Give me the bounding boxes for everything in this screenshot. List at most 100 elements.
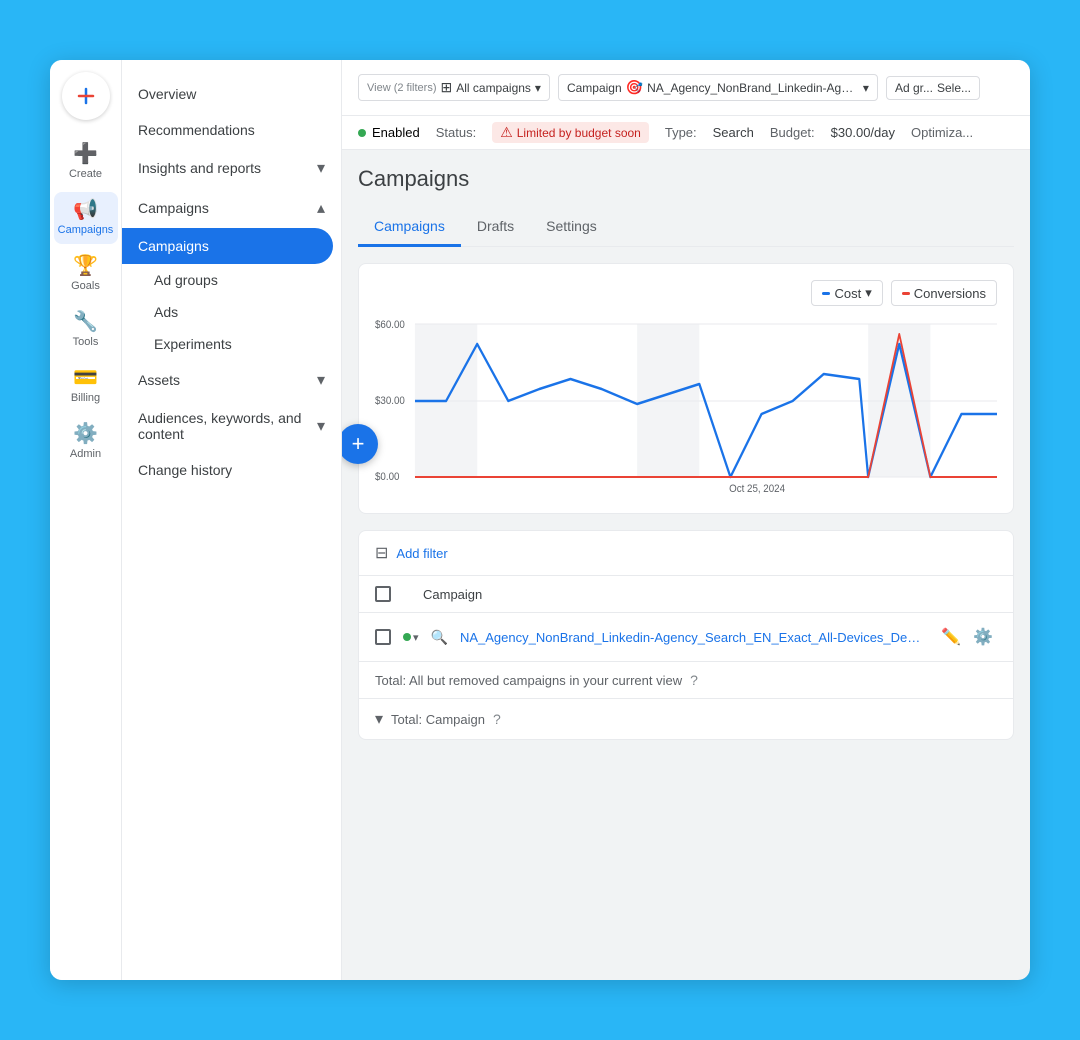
sidebar-item-tools[interactable]: 🔧 Tools	[54, 304, 118, 356]
status-label: Status:	[436, 125, 476, 140]
add-filter-label: Add filter	[396, 546, 447, 561]
audiences-chevron-icon: ▾	[317, 416, 325, 436]
header-checkbox[interactable]	[375, 586, 391, 602]
nav-insights-header[interactable]: Insights and reports ▾	[122, 148, 341, 188]
svg-text:$0.00: $0.00	[375, 472, 400, 484]
campaigns-table: ⊟ Add filter Campaign ▾ 🔍	[358, 530, 1014, 740]
nav-change-history-label: Change history	[138, 462, 232, 478]
tab-campaigns[interactable]: Campaigns	[358, 208, 461, 247]
campaign-name-link[interactable]: NA_Agency_NonBrand_Linkedin-Agency_Searc…	[460, 630, 925, 645]
create-button[interactable]	[62, 72, 110, 120]
page-title: Campaigns	[358, 166, 1014, 192]
campaign-filter-value: NA_Agency_NonBrand_Linkedin-Agency_Searc…	[647, 81, 859, 95]
total-all-label: Total: All but removed campaigns in your…	[375, 673, 682, 688]
total-campaign-help-icon[interactable]: ?	[493, 711, 501, 727]
row-status-dot	[403, 633, 411, 641]
view-label: View (2 filters)	[367, 82, 436, 94]
conversions-button[interactable]: Conversions	[891, 280, 997, 306]
campaigns-chevron-icon: ▴	[317, 198, 325, 218]
budget-label: Budget:	[770, 125, 815, 140]
budget-status-badge: ⚠ Limited by budget soon	[492, 122, 649, 143]
row-checkbox[interactable]	[375, 629, 391, 645]
nav-campaigns[interactable]: Campaigns	[122, 228, 333, 264]
nav-sidebar: Overview Recommendations Insights and re…	[122, 60, 342, 980]
campaigns-icon: 📢	[73, 200, 98, 220]
expand-icon[interactable]: ▾	[375, 709, 383, 729]
enabled-dot	[358, 129, 366, 137]
campaign-filter-chip[interactable]: Campaign 🎯 NA_Agency_NonBrand_Linkedin-A…	[558, 74, 878, 101]
view-filter-chip[interactable]: View (2 filters) ⊞ All campaigns ▾	[358, 74, 550, 101]
cost-chevron-icon: ▾	[865, 285, 872, 301]
billing-icon: 💳	[73, 368, 98, 388]
add-filter-row[interactable]: ⊟ Add filter	[359, 531, 1013, 576]
campaign-chevron-icon: ▾	[863, 81, 869, 95]
admin-label: Admin	[70, 448, 101, 460]
goals-label: Goals	[71, 280, 100, 292]
nav-insights-label: Insights and reports	[138, 160, 261, 176]
sidebar-item-goals[interactable]: 🏆 Goals	[54, 248, 118, 300]
filter-icon: ⊟	[375, 543, 388, 563]
cost-line-indicator	[822, 292, 830, 295]
nav-ads[interactable]: Ads	[122, 296, 341, 328]
goals-icon: 🏆	[73, 256, 98, 276]
campaign-filter-label: Campaign	[567, 81, 622, 95]
table-row: ▾ 🔍 NA_Agency_NonBrand_Linkedin-Agency_S…	[359, 613, 1013, 662]
tab-settings[interactable]: Settings	[530, 208, 613, 247]
ad-group-value: Sele...	[937, 81, 971, 95]
nav-recommendations[interactable]: Recommendations	[122, 112, 341, 148]
admin-icon: ⚙️	[73, 424, 98, 444]
insights-chevron-icon: ▾	[317, 158, 325, 178]
settings-icon[interactable]: ⚙️	[969, 623, 997, 651]
warning-icon: ⚠	[500, 124, 513, 141]
total-all-help-icon[interactable]: ?	[690, 672, 698, 688]
sidebar-item-campaigns[interactable]: 📢 Campaigns	[54, 192, 118, 244]
create-icon: ➕	[73, 144, 98, 164]
row-status-indicator[interactable]: ▾	[403, 631, 419, 644]
nav-overview[interactable]: Overview	[122, 76, 341, 112]
campaigns-label: Campaigns	[58, 224, 114, 236]
nav-audiences-label: Audiences, keywords, and content	[138, 410, 317, 442]
sidebar-item-admin[interactable]: ⚙️ Admin	[54, 416, 118, 468]
enabled-status: Enabled	[358, 125, 420, 140]
campaign-icon: 🎯	[626, 79, 643, 96]
sidebar-item-create[interactable]: ➕ Create	[54, 136, 118, 188]
enabled-label: Enabled	[372, 125, 420, 140]
assets-chevron-icon: ▾	[317, 370, 325, 390]
nav-ad-groups-label: Ad groups	[154, 272, 218, 288]
view-chevron-icon: ▾	[535, 81, 541, 95]
tools-label: Tools	[73, 336, 99, 348]
campaign-column-header: Campaign	[423, 587, 482, 602]
nav-campaigns-section-label: Campaigns	[138, 200, 209, 216]
ad-group-filter-chip[interactable]: Ad gr... Sele...	[886, 76, 980, 100]
top-bar: View (2 filters) ⊞ All campaigns ▾ Campa…	[342, 60, 1030, 116]
ad-group-label: Ad gr...	[895, 81, 933, 95]
main-content: View (2 filters) ⊞ All campaigns ▾ Campa…	[342, 60, 1030, 980]
chart-svg: $60.00 $30.00 $0.00	[375, 314, 997, 494]
cost-button[interactable]: Cost ▾	[811, 280, 882, 306]
budget-value: $30.00/day	[831, 125, 895, 140]
nav-change-history[interactable]: Change history	[122, 452, 341, 488]
sidebar-item-billing[interactable]: 💳 Billing	[54, 360, 118, 412]
content-area: Campaigns Campaigns Drafts Settings	[342, 150, 1030, 980]
nav-assets-header[interactable]: Assets ▾	[122, 360, 341, 400]
tabs: Campaigns Drafts Settings	[358, 208, 1014, 247]
total-all-row: Total: All but removed campaigns in your…	[359, 662, 1013, 698]
edit-icon[interactable]: ✏️	[937, 623, 965, 651]
chart-wrapper: Cost ▾ Conversions $60.00 $30.00 $0.	[358, 263, 1014, 514]
create-label: Create	[69, 168, 102, 180]
nav-ad-groups[interactable]: Ad groups	[122, 264, 341, 296]
app-window: ➕ Create 📢 Campaigns 🏆 Goals 🔧 Tools 💳 B…	[50, 60, 1030, 980]
campaign-type-icon: 🔍	[431, 629, 448, 646]
nav-campaigns-header[interactable]: Campaigns ▴	[122, 188, 341, 228]
status-bar: Enabled Status: ⚠ Limited by budget soon…	[342, 116, 1030, 150]
row-actions: ✏️ ⚙️	[937, 623, 997, 651]
total-campaign-label: Total: Campaign	[391, 712, 485, 727]
nav-experiments[interactable]: Experiments	[122, 328, 341, 360]
nav-audiences-header[interactable]: Audiences, keywords, and content ▾	[122, 400, 341, 452]
tab-drafts[interactable]: Drafts	[461, 208, 530, 247]
grid-icon: ⊞	[440, 79, 452, 96]
status-dropdown-icon[interactable]: ▾	[413, 631, 419, 644]
type-value: Search	[713, 125, 754, 140]
conversions-line-indicator	[902, 292, 910, 295]
icon-sidebar: ➕ Create 📢 Campaigns 🏆 Goals 🔧 Tools 💳 B…	[50, 60, 122, 980]
